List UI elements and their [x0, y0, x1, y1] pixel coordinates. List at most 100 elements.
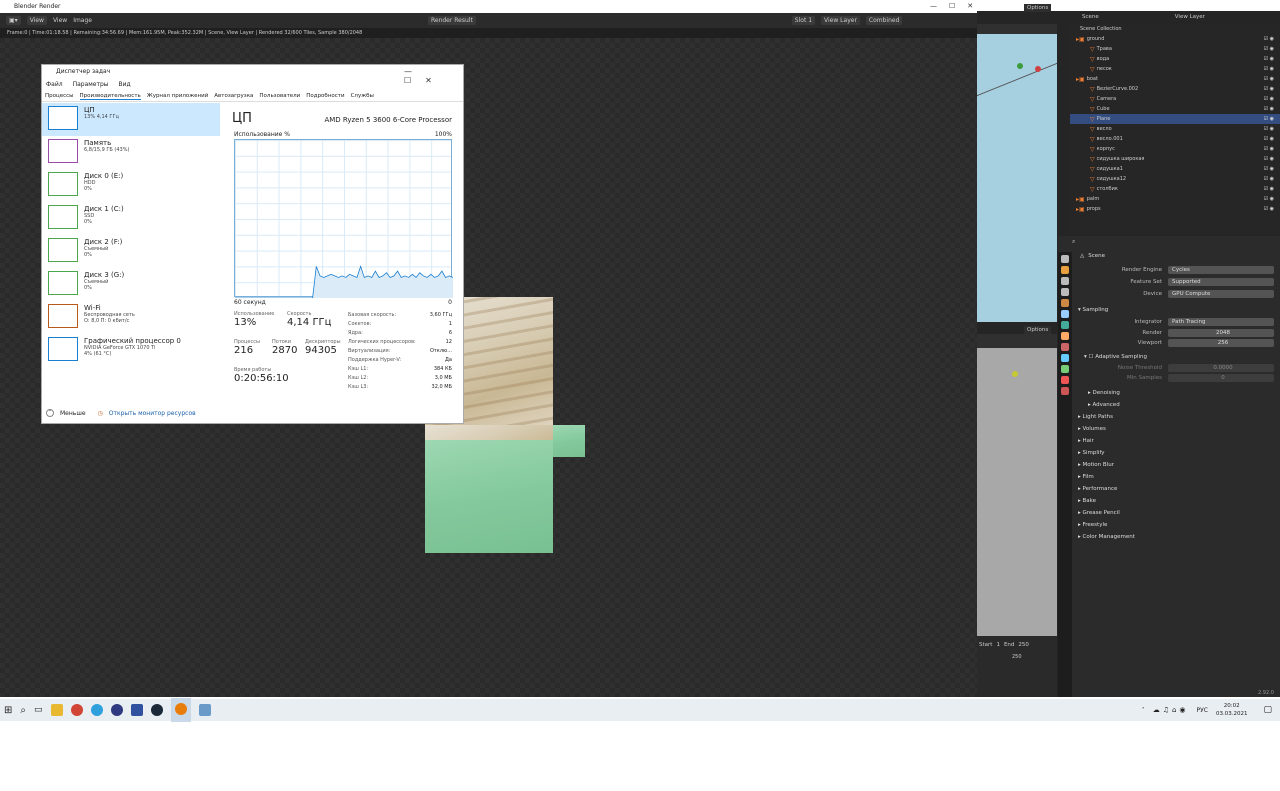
visibility-icon[interactable]: ☑ ◉ [1264, 56, 1274, 62]
visibility-icon[interactable]: ☑ ◉ [1264, 176, 1274, 182]
task-manager-icon[interactable] [198, 704, 211, 716]
resource-item[interactable]: Память 6,8/15,9 ГБ (43%) [42, 136, 220, 169]
tray-chevron-icon[interactable]: ˄ [1142, 707, 1145, 714]
tab-app-history[interactable]: Журнал приложений [147, 93, 209, 99]
3d-viewport-top[interactable] [977, 24, 1057, 322]
visibility-icon[interactable]: ☑ ◉ [1264, 156, 1274, 162]
visibility-icon[interactable]: ☑ ◉ [1264, 146, 1274, 152]
device-select[interactable]: GPU Compute [1168, 290, 1274, 298]
tm-menu-file[interactable]: Файл [46, 81, 63, 88]
scene-collection[interactable]: Scene Collection [1070, 24, 1280, 34]
tab-startup[interactable]: Автозагрузка [214, 93, 253, 99]
language-indicator[interactable]: РУС [1197, 707, 1208, 714]
visibility-icon[interactable]: ☑ ◉ [1264, 126, 1274, 132]
property-tab-icon[interactable] [1061, 310, 1069, 318]
view-menu-2[interactable]: View [53, 17, 67, 24]
visibility-icon[interactable]: ☑ ◉ [1264, 96, 1274, 102]
gizmo-icon[interactable] [1012, 371, 1018, 377]
file-explorer-icon[interactable] [50, 704, 63, 716]
outliner-row[interactable]: ▽ Трава ☑ ◉ [1070, 44, 1280, 54]
property-panel[interactable]: ▸ Grease Pencil [1072, 507, 1280, 519]
end-value[interactable]: 250 [1018, 642, 1029, 648]
resource-item[interactable]: Диск 1 (C:) SSD 0% [42, 202, 220, 235]
property-panel[interactable]: ▸ Simplify [1072, 447, 1280, 459]
monitor-icon[interactable] [130, 704, 143, 716]
outliner-row[interactable]: ▽ весло ☑ ◉ [1070, 124, 1280, 134]
property-panel[interactable]: ▸ Color Management [1072, 531, 1280, 543]
gizmo-y-icon[interactable] [1017, 63, 1023, 69]
property-tab-icon[interactable] [1061, 277, 1069, 285]
property-panel[interactable]: ▸ Denoising [1072, 387, 1280, 399]
outliner-row[interactable]: ▸▣ palm ☑ ◉ [1070, 194, 1280, 204]
options-button-top[interactable]: Options [1024, 4, 1052, 12]
outliner-row[interactable]: ▽ Plane ☑ ◉ [1070, 114, 1280, 124]
viewport-samples-field[interactable]: 256 [1168, 339, 1274, 347]
property-panel[interactable]: ▸ Motion Blur [1072, 459, 1280, 471]
visibility-icon[interactable]: ☑ ◉ [1264, 76, 1274, 82]
visibility-icon[interactable]: ☑ ◉ [1264, 106, 1274, 112]
editor-type-button[interactable]: ▣▾ [6, 16, 21, 25]
visibility-icon[interactable]: ☑ ◉ [1264, 136, 1274, 142]
property-panel[interactable]: ▸ Performance [1072, 483, 1280, 495]
property-tab-icon[interactable] [1061, 332, 1069, 340]
noise-field[interactable]: 0.0000 [1168, 364, 1274, 372]
start-value[interactable]: 1 [996, 642, 1000, 648]
visibility-icon[interactable]: ☑ ◉ [1264, 66, 1274, 72]
outliner-row[interactable]: ▽ сидушка1 ☑ ◉ [1070, 164, 1280, 174]
visibility-icon[interactable]: ☑ ◉ [1264, 196, 1274, 202]
resource-item[interactable]: Графический процессор 0 NVIDIA GeForce GT… [42, 334, 220, 367]
property-tab-icon[interactable] [1061, 376, 1069, 384]
tab-users[interactable]: Пользователи [259, 93, 300, 99]
view-layer-selector[interactable]: View Layer [1175, 14, 1205, 20]
visibility-icon[interactable]: ☑ ◉ [1264, 86, 1274, 92]
3d-viewport-bottom[interactable] [977, 334, 1057, 636]
gizmo-x-icon[interactable] [1035, 66, 1041, 72]
outliner-row[interactable]: ▽ песок ☑ ◉ [1070, 64, 1280, 74]
outliner-row[interactable]: ▽ весло.001 ☑ ◉ [1070, 134, 1280, 144]
property-panel[interactable]: ▸ Film [1072, 471, 1280, 483]
integrator-select[interactable]: Path Tracing [1168, 318, 1274, 326]
outliner-row[interactable]: ▸▣ ground ☑ ◉ [1070, 34, 1280, 44]
windows-start-icon[interactable]: ⊞ [4, 705, 12, 716]
search-icon[interactable]: ⌕ [20, 705, 26, 716]
outliner-row[interactable]: ▽ BezierCurve.002 ☑ ◉ [1070, 84, 1280, 94]
scene-selector[interactable]: Scene [1082, 14, 1099, 20]
property-tab-icon[interactable] [1061, 321, 1069, 329]
resource-item[interactable]: ЦП 13% 4,14 ГГц [42, 103, 220, 136]
visibility-icon[interactable]: ☑ ◉ [1264, 116, 1274, 122]
property-tab-icon[interactable] [1061, 288, 1069, 296]
outliner-row[interactable]: ▸▣ props ☑ ◉ [1070, 204, 1280, 214]
property-panel[interactable]: ▸ Freestyle [1072, 519, 1280, 531]
outliner-row[interactable]: ▽ столбик ☑ ◉ [1070, 184, 1280, 194]
property-panel[interactable]: ▸ Volumes [1072, 423, 1280, 435]
property-tab-icon[interactable] [1061, 354, 1069, 362]
tm-menu-view[interactable]: Вид [119, 81, 131, 88]
property-tab-icon[interactable] [1061, 255, 1069, 263]
tab-details[interactable]: Подробности [306, 93, 344, 99]
property-tab-icon[interactable] [1061, 266, 1069, 274]
notifications-icon[interactable]: ▢ [1263, 705, 1272, 715]
blender-taskbar-button[interactable] [170, 698, 191, 722]
visibility-icon[interactable]: ☑ ◉ [1264, 46, 1274, 52]
tray-icons[interactable]: ☁♫⌂◉ [1153, 706, 1189, 714]
outliner-row[interactable]: ▽ сидушка широкая ☑ ◉ [1070, 154, 1280, 164]
resource-monitor-link[interactable]: Открыть монитор ресурсов [109, 410, 196, 417]
property-tab-icon[interactable] [1061, 299, 1069, 307]
property-panel[interactable]: ▸ Light Paths [1072, 411, 1280, 423]
visibility-icon[interactable]: ☑ ◉ [1264, 206, 1274, 212]
tab-processes[interactable]: Процессы [45, 93, 74, 99]
image-menu[interactable]: Image [73, 17, 92, 24]
pass-select[interactable]: Combined [865, 16, 903, 25]
render-samples-field[interactable]: 2048 [1168, 329, 1274, 337]
property-tab-icon[interactable] [1061, 365, 1069, 373]
app-icon[interactable] [110, 704, 123, 716]
timeline[interactable]: Start 1 End 250 250 [977, 636, 1057, 697]
telegram-icon[interactable] [90, 704, 103, 716]
view-menu[interactable]: View [26, 16, 47, 25]
resource-item[interactable]: Диск 2 (F:) Съемный 0% [42, 235, 220, 268]
render-engine-select[interactable]: Cycles [1168, 266, 1274, 274]
adaptive-sampling-panel[interactable]: ▾ ☐ Adaptive Sampling [1072, 351, 1280, 363]
resource-item[interactable]: Диск 0 (E:) HDD 0% [42, 169, 220, 202]
property-tab-icon[interactable] [1061, 343, 1069, 351]
options-button-bottom[interactable]: Options [1024, 326, 1052, 334]
